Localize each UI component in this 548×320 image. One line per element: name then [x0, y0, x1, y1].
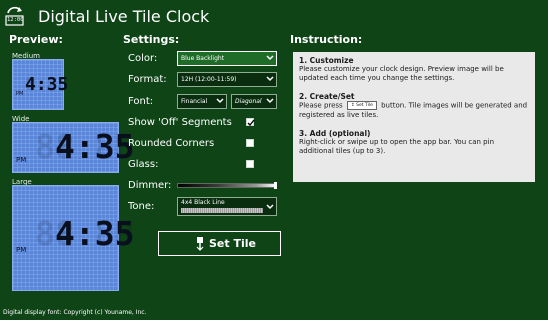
footer-copyright: Digital display font: Copyright (c) Youn… [3, 309, 147, 316]
dimmer-label: Dimmer: [128, 180, 172, 191]
instruction-step-text: Please customize your clock design. Prev… [299, 65, 504, 82]
preview-heading: Preview: [9, 33, 63, 46]
ampm-indicator: PM [16, 91, 24, 97]
lcd-time: 4:35 [25, 74, 69, 95]
instruction-step-title: 3. Add (optional) [299, 128, 371, 138]
preview-tile-medium: 8:88 4:35 PM [12, 59, 68, 110]
inline-set-tile-button: ↥ Set Tile [346, 101, 377, 110]
app-title: Digital Live Tile Clock [38, 7, 210, 26]
color-label: Color: [128, 53, 158, 64]
format-select[interactable]: 12H (12:00-11:59) [177, 72, 277, 87]
tone-label: Tone: [128, 201, 155, 212]
inline-set-tile-label: Set Tile [356, 103, 373, 108]
font-style-select-value: Diagonal [235, 98, 262, 105]
checkmark-icon [247, 119, 255, 127]
chevron-down-icon [266, 55, 274, 61]
tone-swatch [181, 208, 263, 213]
dimmer-slider-thumb[interactable] [274, 182, 277, 189]
format-select-value: 12H (12:00-11:59) [181, 76, 237, 83]
font-style-select[interactable]: Diagonal [231, 94, 277, 109]
set-tile-button-label: Set Tile [209, 237, 256, 250]
glass-label: Glass: [128, 159, 159, 170]
rounded-corners-label: Rounded Corners [128, 138, 215, 149]
tone-select[interactable]: 4x4 Black Line [177, 197, 277, 216]
lcd-time: 4:35 [55, 127, 135, 166]
clock-refresh-icon: 12:00 [4, 5, 26, 27]
app-icon-text: 12:00 [7, 17, 24, 23]
show-off-segments-label: Show 'Off' Segments [128, 117, 232, 128]
chevron-down-icon [216, 98, 224, 104]
chevron-down-icon [266, 204, 274, 210]
instruction-step-text: Please press ↥ Set Tile button. Tile ima… [299, 101, 529, 120]
instruction-step-title: 1. Customize [299, 56, 354, 65]
show-off-segments-checkbox[interactable] [246, 118, 255, 127]
preview-tile-wide: 88:88 4:35 PM [12, 122, 134, 173]
instruction-step-title: 2. Create/Set [299, 92, 355, 101]
pin-icon [196, 237, 204, 251]
glass-checkbox[interactable] [246, 160, 254, 168]
ampm-indicator: PM [16, 156, 27, 164]
instruction-step-text: Right-click or swipe up to open the app … [299, 137, 495, 155]
instruction-text-before: Please press [299, 101, 343, 110]
lcd-time: 4:35 [55, 214, 135, 253]
color-select[interactable]: Blue Backlight [177, 51, 277, 66]
tone-select-value: 4x4 Black Line [181, 199, 225, 206]
font-label: Font: [128, 96, 154, 107]
preview-tile-large: 88:88 4:35 PM [12, 185, 134, 291]
settings-heading: Settings: [123, 33, 180, 46]
instruction-heading: Instruction: [290, 33, 363, 46]
set-tile-button[interactable]: Set Tile [158, 231, 281, 256]
ampm-indicator: PM [16, 246, 27, 254]
font-select[interactable]: Financial [177, 94, 227, 109]
chevron-down-icon [266, 98, 274, 104]
dimmer-slider[interactable] [177, 183, 277, 188]
font-select-value: Financial [181, 98, 208, 105]
chevron-down-icon [266, 76, 274, 82]
rounded-corners-checkbox[interactable] [246, 139, 254, 147]
instruction-panel: 1. Customize Please customize your clock… [293, 52, 535, 182]
format-label: Format: [128, 74, 167, 85]
color-select-value: Blue Backlight [181, 55, 225, 62]
